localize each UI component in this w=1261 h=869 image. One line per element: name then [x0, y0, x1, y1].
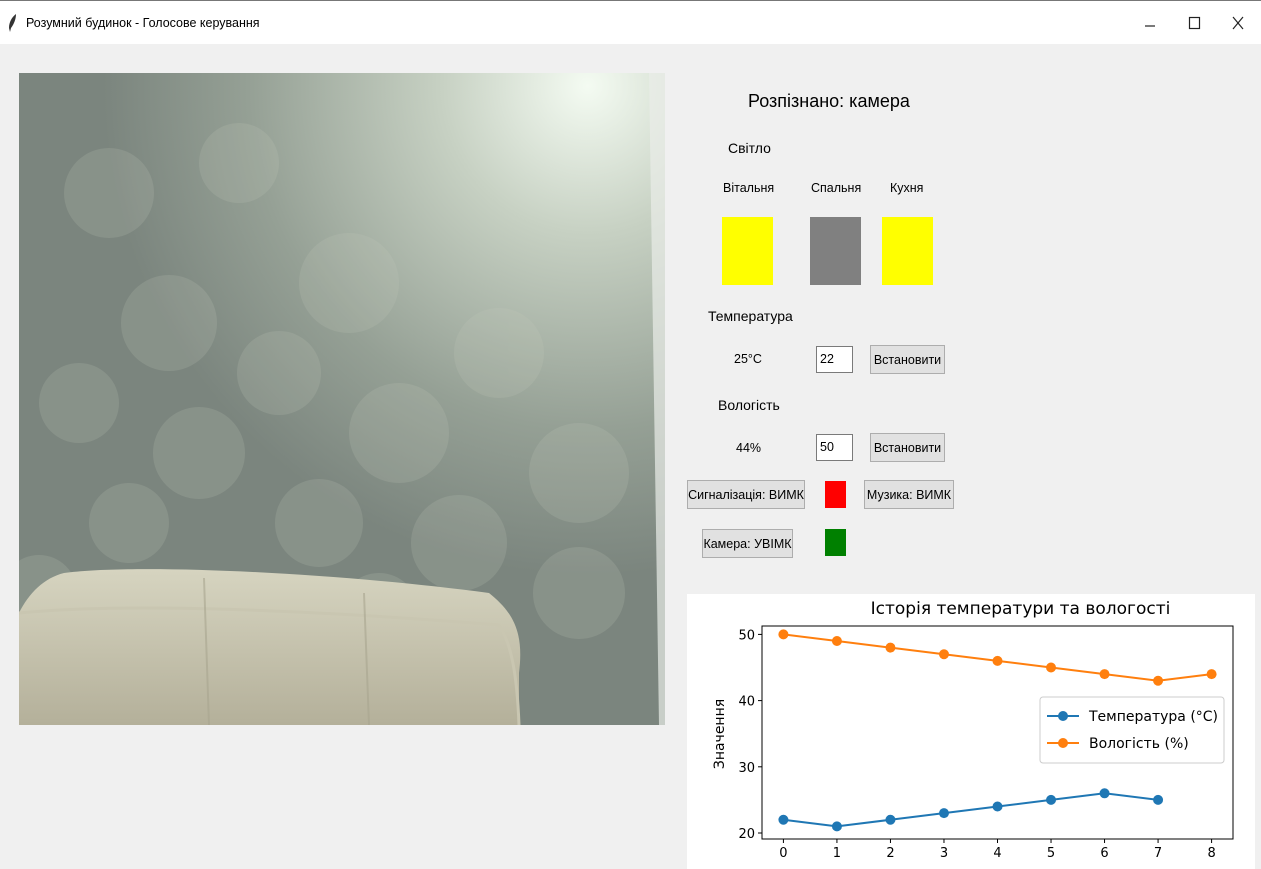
minimize-button[interactable] [1127, 5, 1173, 41]
series-point-1 [885, 642, 896, 653]
series-point-0 [992, 801, 1003, 812]
x-tick-label: 8 [1207, 846, 1215, 861]
x-tick-label: 7 [1154, 846, 1162, 861]
chart-title: Історія температури та вологості [871, 599, 1171, 619]
x-tick-label: 1 [833, 846, 841, 861]
lights-section-label: Світло [728, 140, 771, 156]
y-tick-label: 20 [738, 827, 755, 842]
series-point-1 [1153, 675, 1164, 686]
x-tick-label: 6 [1100, 846, 1108, 861]
series-point-0 [885, 814, 896, 825]
legend-marker-1 [1058, 738, 1068, 748]
kitchen-light-indicator [882, 217, 933, 285]
series-point-0 [938, 808, 949, 819]
close-icon [1232, 16, 1244, 30]
room-label-bedroom: Спальня [811, 181, 862, 195]
series-point-1 [1099, 669, 1110, 680]
legend-marker-0 [1058, 711, 1068, 721]
temperature-section-label: Температура [708, 308, 793, 324]
current-temperature: 25°C [734, 352, 762, 366]
music-toggle-button[interactable]: Музика: ВИМК [864, 480, 954, 509]
y-axis-label: Значення [712, 699, 728, 769]
current-humidity: 44% [736, 441, 762, 455]
maximize-button[interactable] [1172, 5, 1218, 41]
legend-label-1: Вологість (%) [1089, 736, 1189, 752]
camera-toggle-button[interactable]: Камера: УВІМК [702, 529, 793, 558]
series-point-0 [1099, 788, 1110, 799]
temperature-input[interactable]: 22 [816, 346, 853, 373]
close-button[interactable] [1215, 5, 1261, 41]
room-label-kitchen: Кухня [890, 181, 924, 195]
series-point-1 [831, 636, 842, 647]
series-point-0 [831, 821, 842, 832]
series-point-1 [1206, 669, 1217, 680]
alarm-status-indicator [825, 481, 846, 508]
set-humidity-button[interactable]: Встановити [870, 433, 945, 462]
y-tick-label: 50 [738, 628, 755, 643]
series-point-1 [938, 649, 949, 660]
alarm-toggle-button[interactable]: Сигналізація: ВИМК [687, 480, 805, 509]
humidity-section-label: Вологість [718, 397, 780, 413]
legend-label-0: Температура (°C) [1088, 709, 1218, 725]
y-tick-label: 40 [738, 695, 755, 710]
series-point-0 [1046, 794, 1057, 805]
series-point-0 [1153, 794, 1164, 805]
camera-feed [19, 73, 665, 725]
minimize-icon [1145, 25, 1155, 27]
y-tick-label: 30 [738, 761, 755, 776]
series-point-1 [992, 655, 1003, 666]
series-point-0 [778, 814, 789, 825]
room-label-living: Вітальня [723, 181, 775, 195]
maximize-icon [1188, 16, 1201, 30]
history-chart: Історія температури та вологості 0 1 2 3 4 5 6 7… [712, 599, 1234, 861]
bedroom-light-indicator [810, 217, 861, 285]
living-room-light-indicator [722, 217, 773, 285]
history-chart-panel: Історія температури та вологості 0 1 2 3 4 5 6 7… [687, 594, 1255, 869]
recognized-command-text: Розпізнано: камера [748, 91, 910, 111]
x-tick-label: 2 [886, 846, 894, 861]
series-point-1 [778, 629, 789, 640]
feather-icon [9, 14, 16, 32]
x-tick-label: 3 [940, 846, 948, 861]
window-title: Розумний будинок - Голосове керування [26, 16, 260, 30]
set-temperature-button[interactable]: Встановити [870, 345, 945, 374]
title-bar: Розумний будинок - Голосове керування [0, 0, 1261, 44]
x-tick-label: 0 [779, 846, 787, 861]
x-tick-label: 5 [1047, 846, 1055, 861]
camera-status-indicator [825, 529, 846, 556]
humidity-input[interactable]: 50 [816, 434, 853, 461]
x-tick-label: 4 [993, 846, 1001, 861]
series-line-0 [783, 792, 1159, 828]
series-point-1 [1046, 662, 1057, 673]
legend-box [1039, 696, 1225, 764]
